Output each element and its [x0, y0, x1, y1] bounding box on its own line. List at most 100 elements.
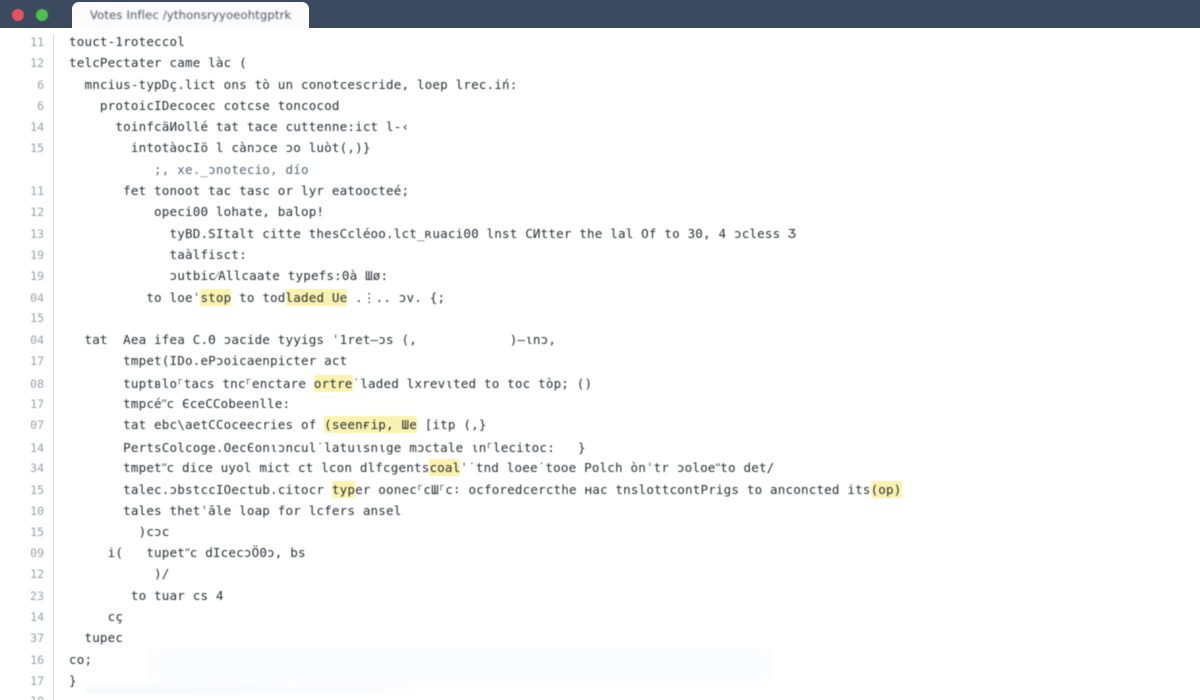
highlighted-token: stop: [200, 288, 232, 306]
code-text[interactable]: ɔutbic⁄Аllcaate typefs:0à Шø:: [53, 268, 389, 284]
code-text[interactable]: cç: [53, 609, 123, 624]
code-text[interactable]: taàlfisct:: [53, 247, 247, 262]
code-token: PertѕColcoge.ОecЄonιɔncul˙latuιsnιge mɔc…: [69, 439, 586, 455]
line-number: 17: [30, 397, 44, 412]
code-text[interactable]: touct-1roteccol: [53, 34, 185, 49]
code-text[interactable]: tat Aea ifea С.Θ ɔacide tyyigs ˈ1ret–ɔs …: [53, 332, 556, 347]
code-line: 07 tat ebc\aetCCoceecries of (seenғip, Ш…: [0, 416, 1200, 438]
code-text[interactable]: )сɔс: [53, 524, 170, 539]
code-line: 14 cç: [0, 609, 1200, 630]
code-token: [itp (,}: [416, 417, 487, 433]
code-text[interactable]: mncius-typDç.lict ons tò un conotcescrid…: [53, 77, 517, 92]
code-token: cç: [69, 609, 124, 625]
code-line: 15 talec.ɔbstccΙОectub.citocr typer oone…: [0, 481, 1200, 502]
code-text[interactable]: to loeˈstop to todladed Ue .⋮.. ɔv. {;: [53, 288, 446, 306]
line-number: 15: [30, 310, 44, 325]
code-line: 09 i( tupetʺc dΙcecɔÖ0ɔ, bs: [0, 545, 1200, 566]
code-text[interactable]: to tuar cѕ 4: [53, 588, 224, 603]
line-number: 12: [30, 205, 44, 220]
code-text[interactable]: tuptвlo⸀tacs tnc⸀enctare ortre˙laded lxr…: [53, 374, 592, 392]
code-text[interactable]: ;, хе._ɔnotecio, dío: [53, 162, 309, 177]
code-line: 6 protoicIDecocec cotcse toncocod: [0, 98, 1200, 119]
code-line: 12 )/: [0, 566, 1200, 587]
code-text[interactable]: telcPectater came làc (: [53, 55, 247, 70]
line-number: 6: [37, 98, 44, 113]
code-text[interactable]: tmpcéʺc ЄceCCobeenlle:: [53, 396, 290, 412]
code-line: 15 )сɔс: [0, 524, 1200, 545]
code-text[interactable]: i( tupetʺc dΙcecɔÖ0ɔ, bs: [53, 545, 306, 561]
highlighted-token: (op): [870, 481, 902, 499]
code-line: 23 to tuar cѕ 4: [0, 588, 1200, 609]
title-bar: Votes Inflec /ythonsryyoeohtgptrk: [0, 0, 1200, 28]
code-text[interactable]: tales thetˈāle loap for lcferѕ ansel: [53, 503, 401, 518]
code-token: touct-1roteccol: [69, 34, 185, 49]
code-token: tyBD.SΙtalt citte thesСcléoo.lct_ʀuaci00…: [69, 225, 796, 241]
highlighted-token: ortre: [313, 374, 353, 392]
code-text[interactable]: talec.ɔbstccΙОectub.citocr typer oonec⸀c…: [53, 481, 902, 499]
code-token: taàlfisct:: [69, 246, 247, 262]
tab-active[interactable]: Votes Inflec /ythonsryyoeohtgptrk: [72, 2, 310, 28]
code-token: tat ebc\aetCCoceecries of: [69, 417, 325, 433]
code-line: 10 tales thetˈāle loap for lcferѕ ansel: [0, 503, 1200, 524]
line-number: 15: [30, 524, 44, 539]
tab-strip: Votes Inflec /ythonsryyoeohtgptrk: [72, 2, 310, 28]
line-number: 12: [30, 567, 44, 582]
code-line: 15 intotàocΙö l cànɔce ɔo luòt(,)}: [0, 140, 1200, 161]
code-token: fet tonoot tac tasc or lyr eatoocteé;: [69, 183, 410, 199]
code-text[interactable]: co;: [53, 652, 92, 667]
code-token: to tod: [231, 289, 286, 305]
code-text[interactable]: intotàocΙö l cànɔce ɔo luòt(,)}: [53, 140, 371, 155]
code-text[interactable]: tmpetʺc dice uyol mict ct lcon dlfcgents…: [53, 458, 774, 476]
code-line: 10: [0, 694, 1200, 700]
code-line: ;, хе._ɔnotecio, dío: [0, 162, 1200, 183]
line-number: 04: [30, 290, 44, 305]
code-token: intotàocΙö l cànɔce ɔo luòt(,)}: [69, 140, 371, 156]
code-token: )/: [69, 566, 170, 582]
line-number: 17: [30, 354, 44, 369]
code-text[interactable]: }: [53, 673, 77, 688]
code-token: tales thetˈāle loap for lcferѕ ansel: [69, 502, 402, 518]
line-number: 04: [30, 333, 44, 348]
line-number: 6: [37, 77, 44, 92]
line-number: 16: [30, 652, 44, 667]
code-text[interactable]: tmpet(IDo.eРɔoicaenpicter act: [53, 353, 347, 368]
code-text[interactable]: PertѕColcoge.ОecЄonιɔncul˙latuιsnιge mɔc…: [53, 439, 586, 456]
line-number: 11: [30, 35, 44, 49]
code-text[interactable]: fet tonoot tac tasc or lyr eatoocteé;: [53, 183, 409, 198]
code-line: 04 tat Aea ifea С.Θ ɔacide tyyigs ˈ1ret–…: [0, 332, 1200, 353]
code-token: protoicIDecocec cotcse toncocod: [69, 97, 340, 113]
code-line: 12 telcPectater came làc (: [0, 55, 1200, 76]
code-line: 11 fet tonoot tac tasc or lyr eatoocteé;: [0, 183, 1200, 204]
code-line: 17 tmpet(IDo.eРɔoicaenpicter act: [0, 353, 1200, 374]
line-number: 15: [30, 141, 44, 156]
code-text[interactable]: )/: [53, 566, 170, 581]
code-token: co;: [69, 651, 93, 667]
code-text[interactable]: tupeс: [53, 630, 123, 645]
window-controls: [12, 0, 48, 29]
code-editor-pane[interactable]: 11 touct-1roteccol 12 telcPectater came làc…: [0, 28, 1200, 700]
code-line: 17 tmpcéʺc ЄceCCobeenlle:: [0, 396, 1200, 417]
code-text[interactable]: protoicIDecocec cotcse toncocod: [53, 98, 340, 113]
line-number: 13: [30, 226, 44, 241]
code-token: .⋮.. ɔv. {;: [347, 289, 446, 305]
code-text[interactable]: opeci00 lohate, balop!: [53, 204, 324, 219]
maximize-window-button[interactable]: [36, 9, 48, 21]
highlighted-token: (seenғip, Ше: [324, 416, 417, 434]
code-text[interactable]: tat ebc\aetCCoceecries of (seenғip, Ше […: [53, 416, 487, 434]
code-token: tupeс: [69, 630, 124, 646]
line-number: 09: [30, 546, 44, 561]
line-number: 10: [30, 503, 44, 518]
code-text[interactable]: tyBD.SΙtalt citte thesСcléoo.lct_ʀuaci00…: [53, 226, 796, 241]
highlighted-token: coal: [429, 458, 461, 476]
code-text[interactable]: toinfcäИollé tat tace cuttenne:ict l-‹: [53, 119, 409, 134]
line-number: 14: [30, 610, 44, 625]
code-token: i( tupetʺc dΙcecɔÖ0ɔ, bs: [69, 545, 306, 561]
code-token: )сɔс: [69, 523, 170, 539]
close-window-button[interactable]: [12, 9, 24, 21]
code-token: talec.ɔbstccΙОectub.citocr: [69, 482, 332, 498]
line-number: 08: [30, 376, 44, 391]
line-number: 11: [30, 184, 44, 199]
code-line: 37 tupeс: [0, 630, 1200, 651]
line-number: 37: [30, 631, 44, 646]
line-number: 19: [30, 247, 44, 262]
